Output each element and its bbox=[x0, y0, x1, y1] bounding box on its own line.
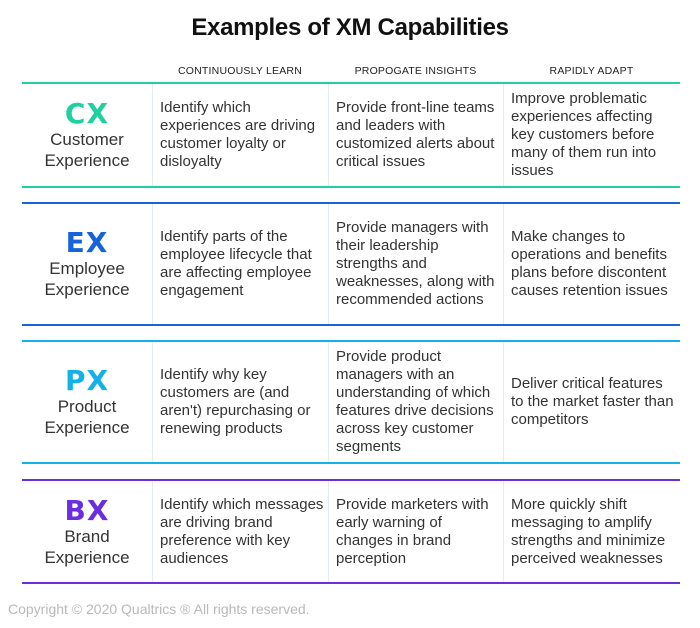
cell-rapidly-adapt: Make changes to operations and benefits … bbox=[503, 204, 680, 324]
cell-rapidly-adapt: More quickly shift messaging to amplify … bbox=[503, 481, 680, 582]
row-name-line1: Brand bbox=[64, 526, 110, 546]
row-label: EX Employee Experience bbox=[22, 204, 152, 324]
row-label: BX Brand Experience bbox=[22, 481, 152, 582]
row-name-line2: Experience bbox=[44, 151, 130, 170]
row-name-line1: Customer bbox=[50, 130, 124, 149]
cell-rapidly-adapt: Improve problematic experiences affectin… bbox=[503, 84, 680, 186]
row-employee-experience: EX Employee Experience Identify parts of… bbox=[22, 202, 680, 326]
cell-propogate-insights: Provide front-line teams and leaders wit… bbox=[328, 84, 503, 186]
row-name-line1: Employee bbox=[49, 259, 125, 278]
column-header-continuously-learn: CONTINUOUSLY LEARN bbox=[178, 65, 302, 77]
row-label: CX Customer Experience bbox=[22, 84, 152, 186]
row-name-line2: Experience bbox=[44, 547, 130, 567]
row-label: PX Product Experience bbox=[22, 342, 152, 462]
row-name-line2: Experience bbox=[44, 280, 130, 299]
row-abbreviation: EX bbox=[65, 226, 109, 259]
cell-propogate-insights: Provide managers with their leadership s… bbox=[328, 204, 503, 324]
row-name-line1: Product bbox=[57, 397, 117, 416]
cell-continuously-learn: Identify parts of the employee lifecycle… bbox=[152, 204, 328, 324]
row-customer-experience: CX Customer Experience Identify which ex… bbox=[22, 82, 680, 188]
row-abbreviation: PX bbox=[64, 364, 110, 397]
page-title: Examples of XM Capabilities bbox=[191, 14, 509, 41]
row-name-line2: Experience bbox=[44, 418, 130, 437]
row-abbreviation: BX bbox=[64, 493, 110, 527]
column-header-propogate-insights: PROPOGATE INSIGHTS bbox=[354, 65, 477, 77]
row-brand-experience: BX Brand Experience Identify which messa… bbox=[22, 479, 680, 584]
row-abbreviation: CX bbox=[64, 97, 110, 130]
row-product-experience: PX Product Experience Identify why key c… bbox=[22, 340, 680, 464]
cell-propogate-insights: Provide product managers with an underst… bbox=[328, 342, 503, 462]
column-header-rapidly-adapt: RAPIDLY ADAPT bbox=[549, 65, 634, 77]
cell-continuously-learn: Identify which messages are driving bran… bbox=[152, 481, 328, 582]
cell-continuously-learn: Identify why key customers are (and aren… bbox=[152, 342, 328, 462]
cell-propogate-insights: Provide marketers with early warning of … bbox=[328, 481, 503, 582]
copyright-notice: Copyright © 2020 Qualtrics ® All rights … bbox=[8, 601, 310, 617]
cell-rapidly-adapt: Deliver critical features to the market … bbox=[503, 342, 680, 462]
cell-continuously-learn: Identify which experiences are driving c… bbox=[152, 84, 328, 186]
